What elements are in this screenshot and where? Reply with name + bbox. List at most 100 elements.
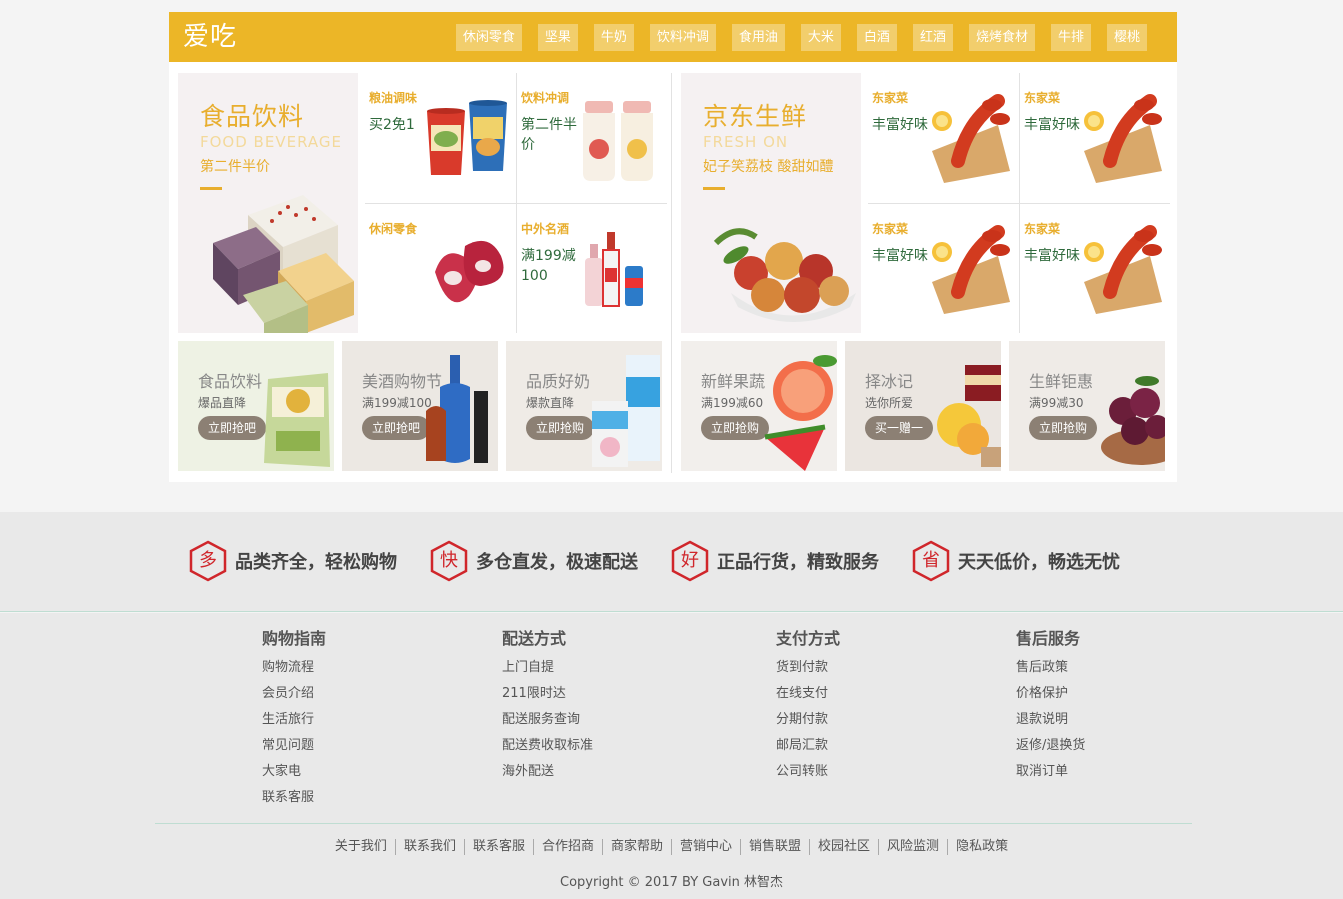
liquor-bottles-image xyxy=(426,355,488,463)
hexagon-badge-icon: 快 xyxy=(430,540,468,582)
promo-subtitle: 爆款直降 xyxy=(526,396,575,410)
footer-link[interactable]: 联系客服 xyxy=(262,785,326,811)
footer-link[interactable]: 分期付款 xyxy=(776,707,840,733)
footer-bottom-link[interactable]: 营销中心 xyxy=(671,839,740,855)
footer-link[interactable]: 退款说明 xyxy=(1016,707,1085,733)
cell-category: 东家菜 xyxy=(872,222,909,236)
food-floor: 爱吃 休闲零食 坚果 牛奶 饮料冲调 食用油 大米 白酒 红酒 烧烤食材 牛排 … xyxy=(169,12,1177,482)
footer-link[interactable]: 大家电 xyxy=(262,759,326,785)
footer-link[interactable]: 海外配送 xyxy=(502,759,593,785)
copyright: Copyright © 2017 BY Gavin 林智杰 xyxy=(560,875,783,890)
service-item-delivery: 快 多仓直发，极速配送 xyxy=(430,540,638,582)
footer-bottom-links: 关于我们 联系我们 联系客服 合作招商 商家帮助 营销中心 销售联盟 校园社区 … xyxy=(0,839,1343,855)
liquor-bottles-image xyxy=(585,232,643,307)
product-cell-crayfish-4[interactable]: 东家菜 丰富好味 xyxy=(1020,204,1170,332)
footer-link[interactable]: 购物流程 xyxy=(262,655,326,681)
footer-col-title: 配送方式 xyxy=(502,629,567,648)
promo-tile-milk[interactable]: 品质好奶 爆款直降 立即抢购 xyxy=(506,341,662,471)
footer-bottom-link[interactable]: 合作招商 xyxy=(532,839,602,855)
promo-button[interactable]: 买一赠一 xyxy=(865,416,934,440)
footer-link[interactable]: 常见问题 xyxy=(262,733,326,759)
tag-cherry[interactable]: 樱桃 xyxy=(1106,24,1147,51)
footer-link[interactable]: 返修/退换货 xyxy=(1016,733,1085,759)
yogurt-bottles-image xyxy=(583,101,653,181)
footer-link[interactable]: 公司转账 xyxy=(776,759,840,785)
promo-button[interactable]: 立即抢购 xyxy=(526,416,595,440)
product-cell-crayfish-3[interactable]: 东家菜 丰富好味 xyxy=(868,204,1018,332)
product-cell-drinks[interactable]: 饮料冲调 第二件半价 xyxy=(517,73,667,201)
tag-steak[interactable]: 牛排 xyxy=(1050,24,1091,51)
tag-snacks[interactable]: 休闲零食 xyxy=(455,24,522,51)
footer-bottom-link[interactable]: 校园社区 xyxy=(809,839,878,855)
service-item-price: 省 天天低价，畅选无忧 xyxy=(912,540,1120,582)
promo-tile-icecream[interactable]: 择冰记 选你所爱 买一赠一 xyxy=(845,341,1001,471)
promo-title: 择冰记 xyxy=(865,372,914,391)
promo-tile-fresh[interactable]: 生鲜钜惠 满99减30 立即抢购 xyxy=(1009,341,1165,471)
cell-category: 饮料冲调 xyxy=(521,91,570,105)
promo-tile-food[interactable]: 食品饮料 爆品直降 立即抢吧 xyxy=(178,341,334,471)
footer-bottom-link[interactable]: 风险监测 xyxy=(878,839,947,855)
promo-tile-fruit[interactable]: 新鲜果蔬 满199减60 立即抢购 xyxy=(681,341,837,471)
cell-desc: 买2免1 xyxy=(369,117,415,133)
footer-bottom-link[interactable]: 销售联盟 xyxy=(740,839,809,855)
hero-tagline: 妃子笑荔枝 酸甜如醴 xyxy=(703,159,834,175)
footer-bottom-link[interactable]: 关于我们 xyxy=(327,839,395,855)
service-text: 多仓直发，极速配送 xyxy=(476,552,638,573)
promo-subtitle: 满199减60 xyxy=(701,396,764,410)
hero-subtitle-en: FRESH ON xyxy=(703,133,789,151)
footer-link[interactable]: 取消订单 xyxy=(1016,759,1085,785)
hero-tagline: 第二件半价 xyxy=(200,159,270,175)
promo-button[interactable]: 立即抢购 xyxy=(1029,416,1098,440)
cell-category: 东家菜 xyxy=(1024,91,1061,105)
footer-link[interactable]: 货到付款 xyxy=(776,655,840,681)
footer-bottom-link[interactable]: 商家帮助 xyxy=(601,839,671,855)
cell-category: 粮油调味 xyxy=(369,91,418,105)
fresh-hero-banner[interactable]: 京东生鲜 FRESH ON 妃子笑荔枝 酸甜如醴 xyxy=(681,73,861,333)
footer-link[interactable]: 邮局汇款 xyxy=(776,733,840,759)
product-cell-seasoning[interactable]: 粮油调味 买2免1 xyxy=(365,73,515,201)
footer-link[interactable]: 在线支付 xyxy=(776,681,840,707)
product-cell-crayfish-1[interactable]: 东家菜 丰富好味 xyxy=(868,73,1018,201)
tag-milk[interactable]: 牛奶 xyxy=(593,24,634,51)
footer-link[interactable]: 价格保护 xyxy=(1016,681,1085,707)
footer-bottom-link[interactable]: 隐私政策 xyxy=(947,839,1016,855)
tag-drinks[interactable]: 饮料冲调 xyxy=(649,24,716,51)
promo-button[interactable]: 立即抢吧 xyxy=(362,416,431,440)
cell-desc: 丰富好味 xyxy=(1024,248,1080,264)
footer-link[interactable]: 211限时达 xyxy=(502,681,593,707)
footer-bottom-link[interactable]: 联系客服 xyxy=(463,839,533,855)
promo-button[interactable]: 立即抢吧 xyxy=(198,416,267,440)
promo-tile-wine[interactable]: 美酒购物节 满199减100 立即抢吧 xyxy=(342,341,498,471)
footer-bottom-link[interactable]: 联系我们 xyxy=(394,839,464,855)
cell-category: 休闲零食 xyxy=(369,222,418,236)
hexagon-badge-icon: 好 xyxy=(671,540,709,582)
tag-rice[interactable]: 大米 xyxy=(800,24,841,51)
site-footer: 购物指南 购物流程 会员介绍 生活旅行 常见问题 大家电 联系客服 配送方式 上… xyxy=(0,613,1343,899)
footer-link[interactable]: 会员介绍 xyxy=(262,681,326,707)
icecream-image xyxy=(937,365,1001,467)
cell-category: 中外名酒 xyxy=(521,222,570,236)
lychee-image xyxy=(713,228,856,322)
chips-bag-image xyxy=(264,373,330,467)
tag-wine[interactable]: 红酒 xyxy=(912,24,953,51)
badge-char: 快 xyxy=(440,550,458,571)
footer-link[interactable]: 配送服务查询 xyxy=(502,707,593,733)
promo-title: 新鲜果蔬 xyxy=(701,372,766,391)
tag-baijiu[interactable]: 白酒 xyxy=(856,24,897,51)
tag-oil[interactable]: 食用油 xyxy=(731,24,785,51)
product-cell-liquor[interactable]: 中外名酒 满199减100 xyxy=(517,204,667,332)
footer-link[interactable]: 配送费收取标准 xyxy=(502,733,593,759)
product-cell-snacks[interactable]: 休闲零食 xyxy=(365,204,515,332)
hero-title: 京东生鲜 xyxy=(703,102,808,131)
footer-link[interactable]: 售后政策 xyxy=(1016,655,1085,681)
center-divider xyxy=(671,73,672,473)
product-cell-crayfish-2[interactable]: 东家菜 丰富好味 xyxy=(1020,73,1170,201)
tag-nuts[interactable]: 坚果 xyxy=(537,24,578,51)
promo-button[interactable]: 立即抢购 xyxy=(701,416,770,440)
footer-link[interactable]: 上门自提 xyxy=(502,655,593,681)
cell-desc: 第二件半价 xyxy=(521,117,577,153)
cell-category: 东家菜 xyxy=(1024,222,1061,236)
tag-bbq[interactable]: 烧烤食材 xyxy=(968,24,1035,51)
food-hero-banner[interactable]: 食品饮料 FOOD BEVERAGE 第二件半价 xyxy=(178,73,358,333)
footer-link[interactable]: 生活旅行 xyxy=(262,707,326,733)
